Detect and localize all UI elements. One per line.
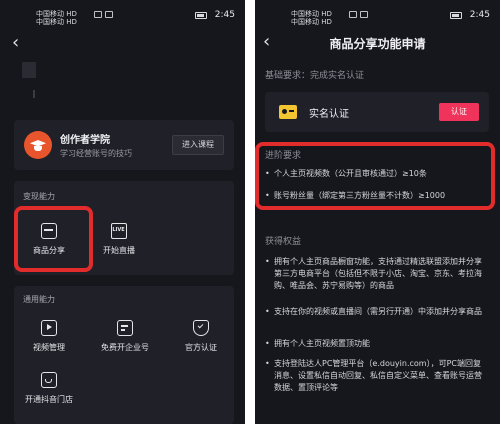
- battery-icon: [450, 12, 462, 19]
- section-title: 变现能力: [23, 192, 55, 201]
- realname-label: 实名认证: [309, 109, 349, 120]
- signal-icon: [349, 11, 368, 18]
- section-title: 通用能力: [23, 295, 55, 304]
- highlight-box: [255, 142, 495, 210]
- id-card-icon: [279, 105, 297, 119]
- left-screen: 中国移动 HD 中国移动 HD 2:45 ‹ 创作者学院 学习经营账号的技巧 进…: [0, 0, 245, 424]
- page-title: 商品分享功能申请: [329, 37, 426, 51]
- benefit-item: 拥有个人主页视频置顶功能: [265, 338, 487, 350]
- official-cert-item[interactable]: 官方认证: [170, 320, 232, 353]
- right-screen: 中国移动 HD 中国移动 HD 2:45 ‹ 商品分享功能申请 基础要求：完成实…: [255, 0, 500, 424]
- benefits-title: 获得权益: [265, 237, 302, 247]
- benefit-item: 支持在你的视频或直播间（需另行开通）中添加并分享商品: [265, 306, 487, 318]
- carrier-label: 中国移动 HD: [36, 18, 77, 26]
- free-enterprise-label: 免费开企业号: [101, 343, 149, 352]
- general-section: 通用能力 视频管理 免费开企业号 官方认证 开通抖音门店: [14, 286, 234, 424]
- start-live-label: 开始直播: [103, 246, 135, 255]
- academy-subtitle: 学习经营账号的技巧: [60, 149, 132, 158]
- highlight-box: [14, 206, 93, 272]
- basic-requirement: 基础要求：完成实名认证: [265, 71, 365, 81]
- auth-button[interactable]: 认证: [439, 103, 479, 121]
- back-arrow-icon[interactable]: ‹: [12, 34, 19, 52]
- video-icon: [41, 320, 57, 336]
- enterprise-icon: [117, 320, 133, 336]
- open-store-item[interactable]: 开通抖音门店: [18, 372, 80, 405]
- official-cert-label: 官方认证: [185, 343, 217, 352]
- start-live-item[interactable]: LIVE 开始直播: [88, 223, 150, 256]
- carrier-label: 中国移动 HD: [36, 10, 77, 18]
- status-bar: 中国移动 HD 中国移动 HD 2:45: [0, 0, 245, 30]
- carrier-label: 中国移动 HD: [291, 10, 332, 18]
- benefit-item: 拥有个人主页商品橱窗功能，支持通过精选联盟添加并分享第三方电商平台（包括但不限于…: [265, 256, 487, 292]
- video-manage-label: 视频管理: [33, 343, 65, 352]
- academy-title: 创作者学院: [60, 135, 110, 146]
- store-icon: [41, 372, 57, 388]
- shield-check-icon: [193, 320, 209, 336]
- benefit-item: 支持登陆达人PC管理平台（e.douyin.com），可PC端回复消息、设置私信…: [265, 358, 487, 394]
- video-manage-item[interactable]: 视频管理: [18, 320, 80, 353]
- status-bar: 中国移动 HD 中国移动 HD 2:45: [255, 0, 500, 30]
- graduation-cap-icon: [24, 131, 52, 159]
- status-time: 2:45: [469, 10, 490, 20]
- enter-course-button[interactable]: 进入课程: [172, 135, 224, 155]
- carrier-label: 中国移动 HD: [291, 18, 332, 26]
- live-icon: LIVE: [111, 223, 127, 239]
- battery-icon: [195, 12, 207, 19]
- avatar-placeholder: [22, 62, 36, 78]
- free-enterprise-item[interactable]: 免费开企业号: [94, 320, 156, 353]
- realname-card: 实名认证 认证: [265, 92, 489, 132]
- signal-icon: [94, 11, 113, 18]
- divider: [33, 90, 35, 98]
- status-time: 2:45: [214, 10, 235, 20]
- creator-academy-card[interactable]: 创作者学院 学习经营账号的技巧 进入课程: [14, 120, 234, 170]
- open-store-label: 开通抖音门店: [25, 395, 73, 404]
